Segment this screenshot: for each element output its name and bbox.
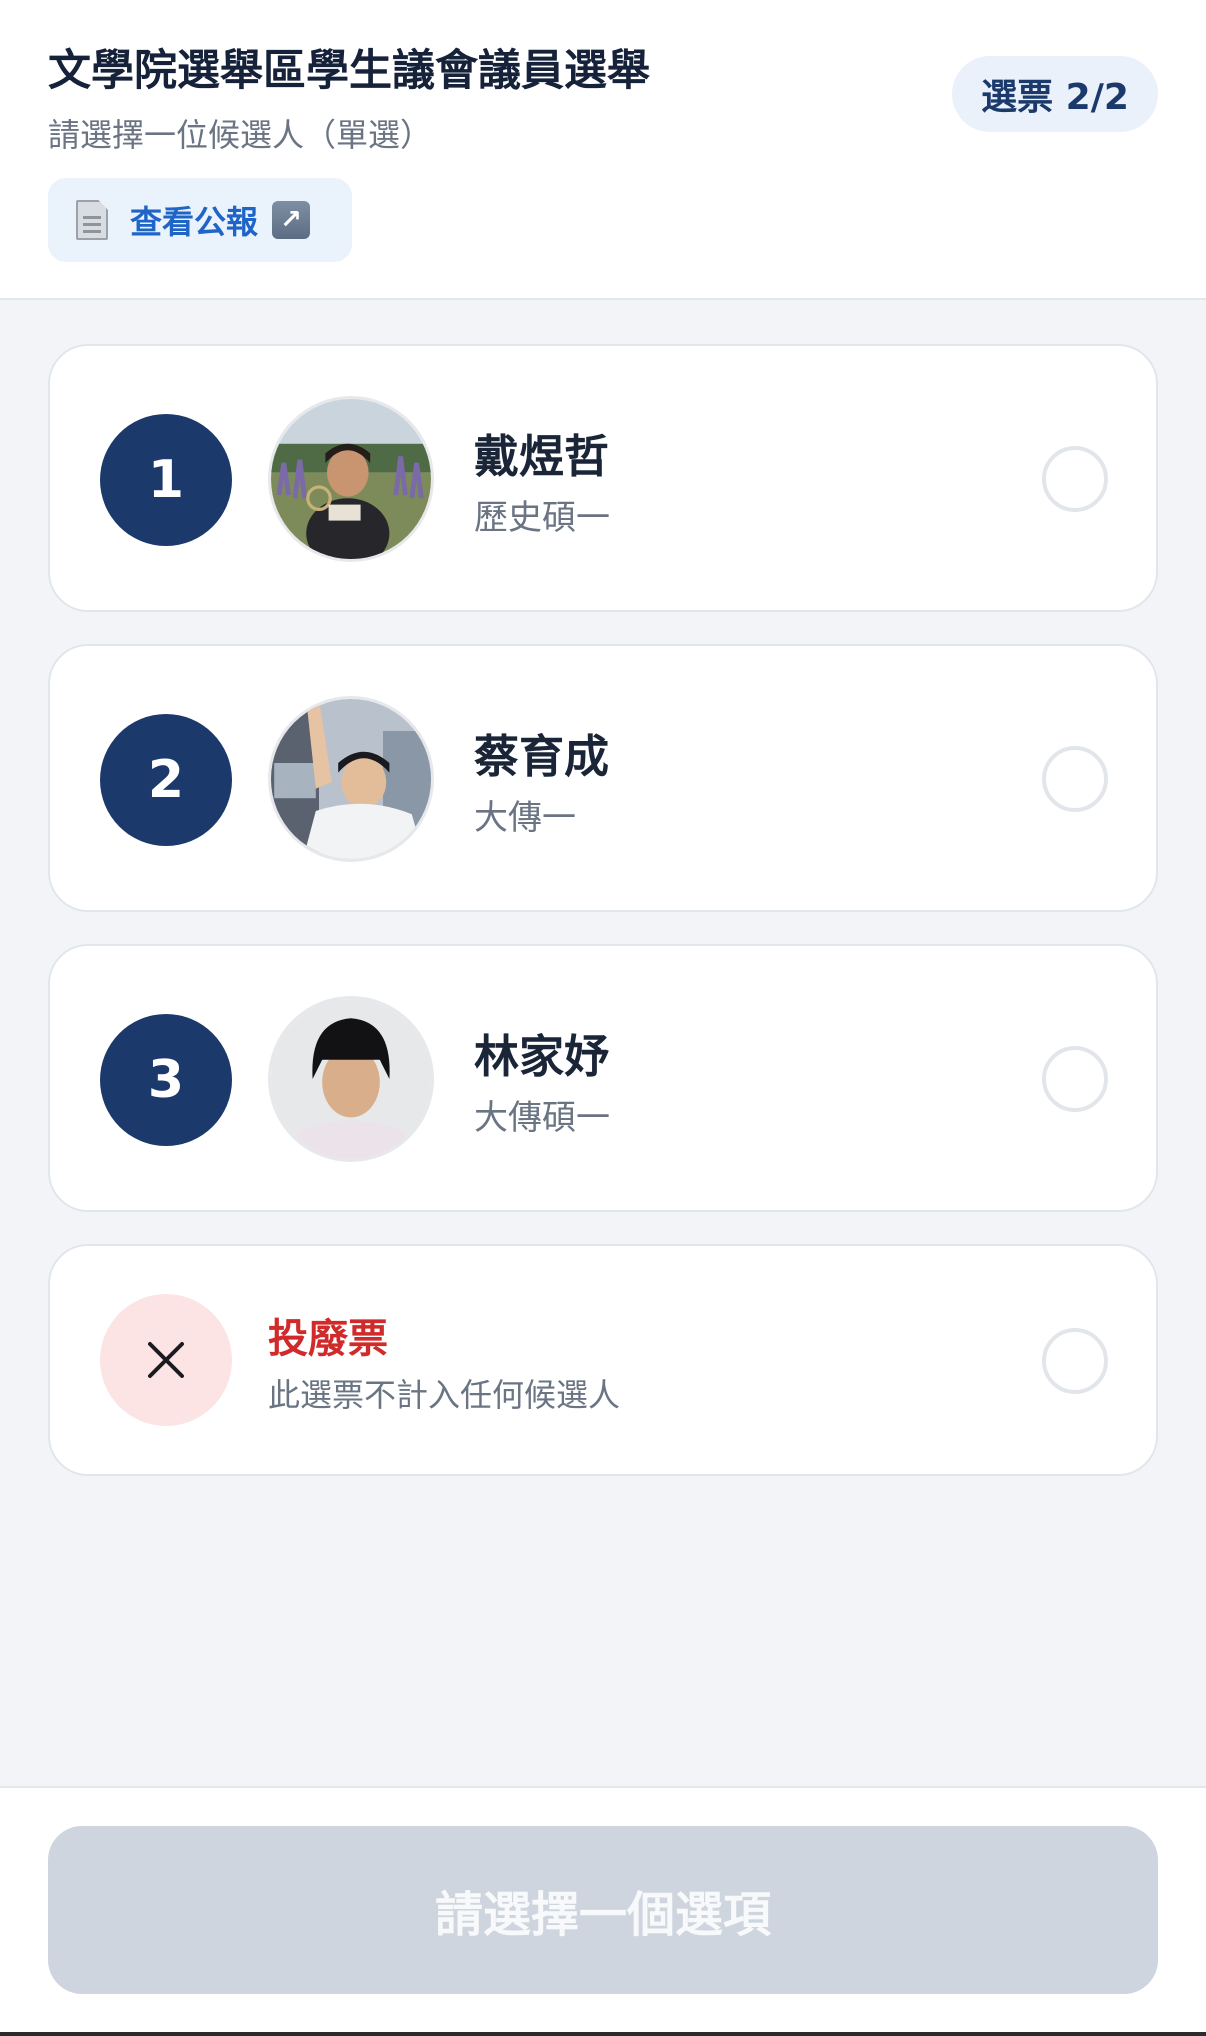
view-bulletin-button[interactable]: 查看公報 ↗ xyxy=(48,178,352,262)
candidate-department: 大傳一 xyxy=(474,798,576,838)
candidate-photo xyxy=(268,996,434,1162)
ballot-progress-badge: 選票 2/2 xyxy=(952,56,1158,132)
external-link-icon: ↗ xyxy=(272,201,311,239)
bottom-edge xyxy=(0,2032,1206,2036)
candidate-number-badge: 1 xyxy=(100,414,232,546)
invalid-vote-card[interactable]: 投廢票 此選票不計入任何候選人 xyxy=(48,1244,1158,1476)
candidate-radio-button[interactable] xyxy=(1042,446,1108,512)
candidate-name: 林家妤 xyxy=(474,1030,610,1083)
candidate-card-3[interactable]: 3 林家妤 大傳碩一 xyxy=(48,944,1158,1212)
close-icon xyxy=(100,1294,232,1426)
candidate-number-badge: 2 xyxy=(100,714,232,846)
candidate-number-badge: 3 xyxy=(100,1014,232,1146)
view-bulletin-label: 查看公報 xyxy=(130,203,259,241)
page-title: 文學院選舉區學生議會議員選舉 xyxy=(48,46,650,96)
candidate-card-1[interactable]: 1 戴煜哲 歷史碩一 xyxy=(48,344,1158,612)
candidate-photo xyxy=(268,396,434,562)
invalid-vote-title: 投廢票 xyxy=(268,1316,388,1362)
page-subtitle: 請選擇一位候選人（單選） xyxy=(48,116,433,154)
candidate-name: 戴煜哲 xyxy=(474,430,610,483)
document-icon xyxy=(76,200,108,240)
candidate-department: 歷史碩一 xyxy=(474,498,610,538)
candidate-card-2[interactable]: 2 蔡育成 大傳一 xyxy=(48,644,1158,912)
candidate-department: 大傳碩一 xyxy=(474,1098,610,1138)
candidate-radio-button[interactable] xyxy=(1042,1046,1108,1112)
invalid-vote-radio-button[interactable] xyxy=(1042,1328,1108,1394)
invalid-vote-description: 此選票不計入任何候選人 xyxy=(268,1376,621,1414)
submit-button[interactable]: 請選擇一個選項 xyxy=(48,1826,1158,1994)
header: 文學院選舉區學生議會議員選舉 請選擇一位候選人（單選） 選票 2/2 查看公報 … xyxy=(0,0,1206,300)
candidate-radio-button[interactable] xyxy=(1042,746,1108,812)
footer: 請選擇一個選項 xyxy=(0,1786,1206,2036)
candidate-photo xyxy=(268,696,434,862)
candidate-name: 蔡育成 xyxy=(474,730,610,783)
